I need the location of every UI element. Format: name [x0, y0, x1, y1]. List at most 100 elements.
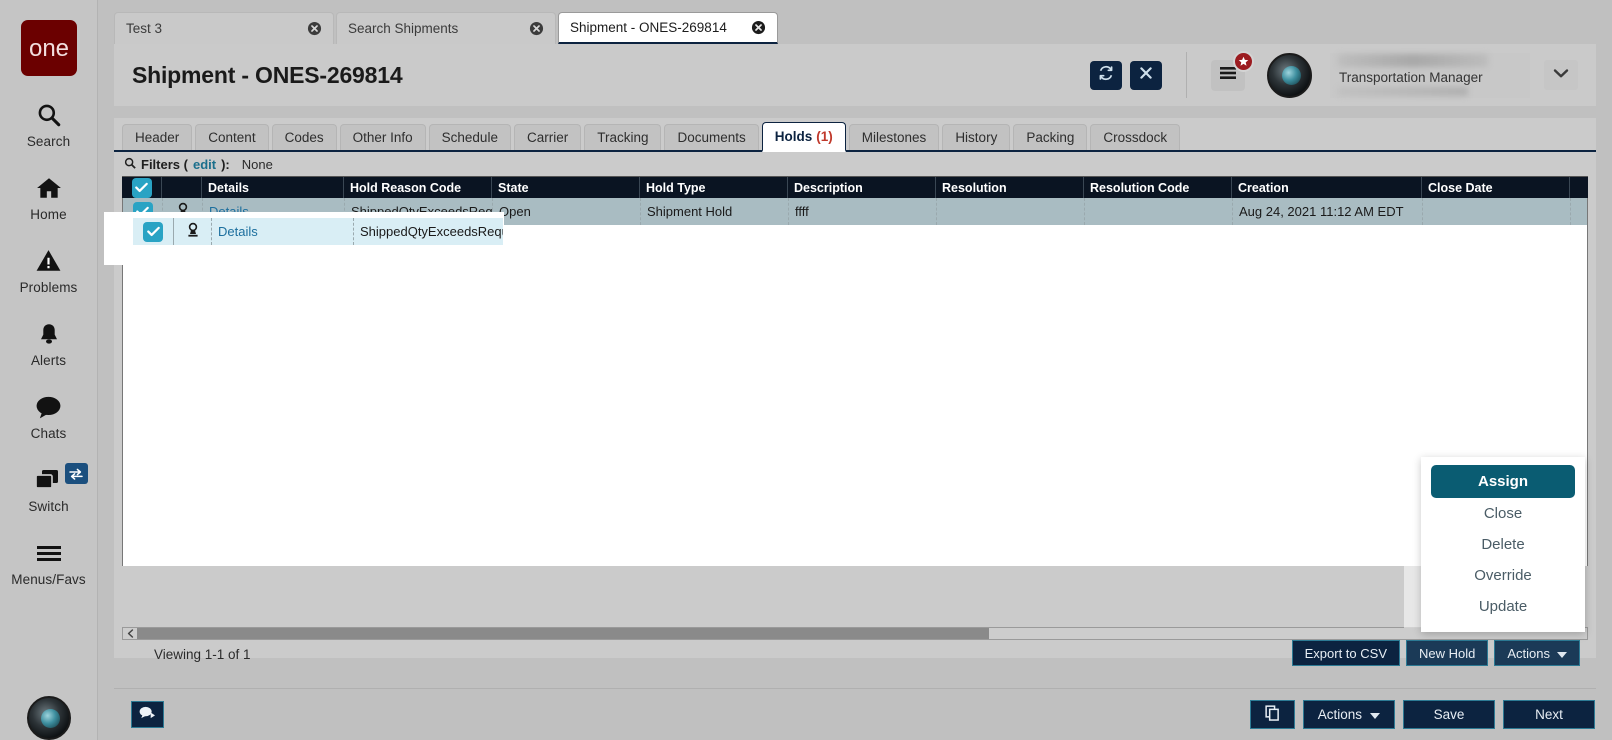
copy-button[interactable]: [1249, 700, 1295, 729]
tab-carrier[interactable]: Carrier: [513, 124, 582, 150]
sidebar-item-switch[interactable]: Switch: [0, 463, 98, 514]
column-header-state[interactable]: State: [492, 177, 640, 198]
menu-item-delete[interactable]: Delete: [1421, 529, 1585, 560]
tab-packing[interactable]: Packing: [1013, 124, 1088, 150]
actions-label: Actions: [1317, 707, 1362, 722]
search-icon: [36, 98, 62, 132]
actions-dropdown-menu: Assign Close Delete Override Update: [1421, 457, 1585, 632]
sidebar-user-avatar[interactable]: [26, 696, 71, 740]
tab-tracking[interactable]: Tracking: [584, 124, 662, 150]
close-page-button[interactable]: [1130, 60, 1162, 90]
sidebar-item-menus-favs[interactable]: Menus/Favs: [0, 536, 98, 587]
user-org-blurred: [1338, 87, 1468, 96]
cell-hold-reason-code-overlay: ShippedQtyExceedsRequ...: [353, 218, 503, 245]
next-button[interactable]: Next: [1503, 700, 1595, 729]
menu-item-close[interactable]: Close: [1421, 498, 1585, 529]
grid-horizontal-scrollbar[interactable]: [122, 627, 1588, 640]
menu-item-assign[interactable]: Assign: [1431, 465, 1575, 498]
bottom-actions-dropdown-button[interactable]: Actions: [1302, 700, 1395, 729]
tab-label: Other Info: [352, 130, 413, 145]
tab-holds[interactable]: Holds (1): [761, 122, 846, 152]
tab-documents[interactable]: Documents: [664, 124, 759, 150]
sidebar-item-label: Home: [30, 207, 67, 222]
tab-label: Tracking: [597, 130, 649, 145]
cell-resolution: [937, 198, 1085, 225]
search-icon: [124, 157, 136, 172]
new-hold-button[interactable]: New Hold: [1406, 640, 1489, 666]
tab-header[interactable]: Header: [122, 124, 193, 150]
workspace-tab-shipment[interactable]: Shipment - ONES-269814: [558, 12, 778, 44]
column-header-description[interactable]: Description: [788, 177, 936, 198]
row-select-cell-overlay[interactable]: [133, 221, 173, 242]
header-menu-button[interactable]: [1211, 50, 1254, 91]
sidebar-item-home[interactable]: Home: [0, 171, 98, 222]
detail-tabs: Header Content Codes Other Info Schedule…: [114, 118, 1596, 152]
menu-item-override[interactable]: Override: [1421, 560, 1585, 591]
sidebar-item-chats[interactable]: Chats: [0, 390, 98, 441]
filters-bar: Filters ( edit ): None: [114, 152, 1596, 176]
sidebar-item-alerts[interactable]: Alerts: [0, 317, 98, 368]
grid-action-buttons: Export to CSV New Hold Actions: [1291, 640, 1580, 666]
tab-label: Codes: [284, 130, 324, 145]
grid-select-all-cell[interactable]: [122, 177, 162, 198]
chevron-left-icon[interactable]: [123, 628, 137, 639]
tab-label: Packing: [1026, 130, 1075, 145]
table-row-overlay-copy[interactable]: Details ShippedQtyExceedsRequ...: [133, 218, 503, 245]
swap-arrows-icon[interactable]: [64, 463, 88, 484]
tab-label: Milestones: [861, 130, 927, 145]
column-header-resolution-code[interactable]: Resolution Code: [1084, 177, 1232, 198]
column-header-close-date[interactable]: Close Date: [1422, 177, 1570, 198]
hamburger-icon: [34, 536, 64, 570]
close-icon[interactable]: [529, 21, 544, 36]
workspace-tab-label: Shipment - ONES-269814: [570, 20, 727, 35]
holds-grid: Details Hold Reason Code State Hold Type…: [122, 176, 1588, 666]
tab-codes[interactable]: Codes: [271, 124, 337, 150]
column-header-resolution[interactable]: Resolution: [936, 177, 1084, 198]
refresh-icon: [1097, 64, 1115, 87]
column-header-hold-type[interactable]: Hold Type: [640, 177, 788, 198]
tab-count-badge: (1): [816, 129, 833, 144]
tab-history[interactable]: History: [942, 124, 1011, 150]
avatar[interactable]: [1267, 52, 1312, 98]
user-menu-button[interactable]: [1544, 60, 1578, 90]
filters-edit-link[interactable]: edit: [193, 157, 216, 172]
export-to-csv-button[interactable]: Export to CSV: [1291, 640, 1400, 666]
comments-button[interactable]: [131, 701, 164, 728]
tab-label: Schedule: [441, 130, 498, 145]
column-header-details[interactable]: Details: [202, 177, 344, 198]
tab-label: Carrier: [526, 130, 569, 145]
workspace-tab-label: Search Shipments: [348, 21, 459, 36]
workspace-tab-search-shipments[interactable]: Search Shipments: [336, 12, 556, 44]
workspace-tab-test-3[interactable]: Test 3: [114, 12, 334, 44]
close-icon[interactable]: [751, 20, 766, 35]
page-header-actions: Transportation Manager: [1090, 50, 1578, 98]
filters-label: Filters (: [141, 156, 188, 172]
close-icon[interactable]: [307, 21, 322, 36]
scrollbar-thumb[interactable]: [137, 628, 989, 639]
star-badge-icon: [1233, 50, 1254, 72]
column-header-hold-reason-code[interactable]: Hold Reason Code: [344, 177, 492, 198]
grid-actions-dropdown-button[interactable]: Actions: [1494, 640, 1580, 666]
menu-item-update[interactable]: Update: [1421, 591, 1585, 622]
sidebar-item-label: Alerts: [30, 353, 67, 368]
tab-label: Header: [135, 130, 180, 145]
save-button[interactable]: Save: [1403, 700, 1495, 729]
tab-other-info[interactable]: Other Info: [339, 124, 426, 150]
tab-milestones[interactable]: Milestones: [848, 124, 940, 150]
tab-schedule[interactable]: Schedule: [428, 124, 511, 150]
windows-stack-icon: [34, 463, 64, 497]
select-all-checkbox[interactable]: [131, 177, 152, 198]
tab-content[interactable]: Content: [195, 124, 269, 150]
sidebar-item-problems[interactable]: Problems: [0, 244, 98, 295]
cell-details-link-overlay[interactable]: Details: [211, 218, 353, 245]
row-checkbox-overlay[interactable]: [143, 221, 163, 242]
column-header-creation[interactable]: Creation: [1232, 177, 1422, 198]
cell-description: ffff: [789, 198, 937, 225]
tab-crossdock[interactable]: Crossdock: [1090, 124, 1181, 150]
workspace-tab-strip: Test 3 Search Shipments Shipment - ONES-…: [98, 0, 1612, 44]
sidebar-item-search[interactable]: Search: [0, 98, 98, 149]
bell-icon: [37, 317, 61, 351]
sidebar-item-label: Menus/Favs: [11, 572, 86, 587]
refresh-button[interactable]: [1090, 60, 1122, 90]
row-icon-cell-overlay[interactable]: [173, 218, 211, 245]
